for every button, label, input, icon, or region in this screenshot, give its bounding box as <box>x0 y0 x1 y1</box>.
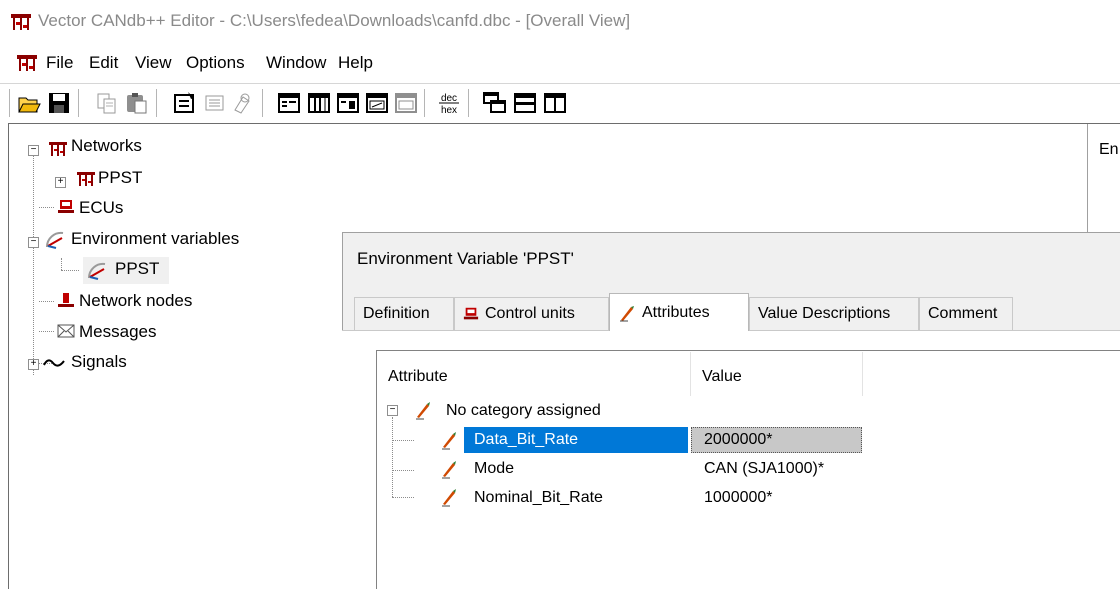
copy-icon[interactable] <box>94 90 120 116</box>
tree-item-network-ppst[interactable]: PPST <box>98 168 142 188</box>
menu-window[interactable]: Window <box>266 53 326 73</box>
open-icon[interactable] <box>16 90 42 116</box>
tree-item-ecus[interactable]: ECUs <box>79 198 123 218</box>
expand-toggle[interactable]: + <box>28 359 39 370</box>
collapse-toggle[interactable]: − <box>387 405 398 416</box>
svg-text:hex: hex <box>441 105 457 116</box>
toolbar-separator <box>262 89 263 117</box>
svg-text:dec: dec <box>441 93 457 104</box>
attribute-name[interactable]: Mode <box>474 460 514 478</box>
paste-icon[interactable] <box>124 90 150 116</box>
document-icon[interactable] <box>16 53 38 73</box>
menu-edit[interactable]: Edit <box>89 53 118 73</box>
tab-label: Definition <box>363 305 430 322</box>
toolbar-grip <box>9 89 10 117</box>
tab-value-descriptions[interactable]: Value Descriptions <box>749 297 919 330</box>
right-panel-header: En <box>1099 141 1119 158</box>
tree-line <box>392 497 414 498</box>
menu-help[interactable]: Help <box>338 53 373 73</box>
view5-icon[interactable] <box>393 90 419 116</box>
properties-icon[interactable] <box>172 90 198 116</box>
ecu-icon <box>58 200 74 213</box>
toolbar-separator <box>424 89 425 117</box>
tree-line <box>61 270 79 271</box>
attribute-value[interactable]: 1000000* <box>704 489 773 507</box>
tree-line <box>392 470 414 471</box>
tree-line <box>33 151 34 375</box>
signal-wave-icon <box>43 359 65 367</box>
tile-vertical-icon[interactable] <box>542 90 568 116</box>
tab-comment[interactable]: Comment <box>919 297 1013 330</box>
view2-icon[interactable] <box>306 90 332 116</box>
toolbar-separator <box>156 89 157 117</box>
tab-label: Attributes <box>642 303 710 321</box>
tree-item-signals[interactable]: Signals <box>71 352 127 372</box>
tree-item-environment-variables[interactable]: Environment variables <box>71 229 239 249</box>
attribute-value[interactable]: 2000000* <box>704 431 773 449</box>
tree-item-env-ppst[interactable]: PPST <box>115 259 159 279</box>
tree-item-network-nodes[interactable]: Network nodes <box>79 291 192 311</box>
attribute-name[interactable]: Nominal_Bit_Rate <box>474 489 603 507</box>
attribute-pencil-icon <box>442 461 456 479</box>
arrange-icon[interactable] <box>482 90 508 116</box>
dialog-title: Environment Variable 'PPST' <box>357 249 574 268</box>
toolbar-separator <box>468 89 469 117</box>
tree-line <box>392 440 414 441</box>
attribute-pencil-icon <box>416 402 430 420</box>
column-divider[interactable] <box>690 352 691 396</box>
menu-view[interactable]: View <box>135 53 172 73</box>
category-label[interactable]: No category assigned <box>446 402 601 420</box>
tree-line <box>39 207 54 208</box>
tree-line <box>61 258 62 270</box>
app-icon <box>11 14 31 30</box>
view3-icon[interactable] <box>335 90 361 116</box>
dec-hex-icon[interactable]: dec hex <box>436 90 462 116</box>
column-header-attribute[interactable]: Attribute <box>388 368 448 386</box>
find-icon[interactable] <box>230 90 256 116</box>
tab-label: Value Descriptions <box>758 305 891 322</box>
gauge-icon <box>87 262 106 280</box>
ecu-icon <box>463 307 479 320</box>
menu-options[interactable]: Options <box>186 53 245 73</box>
tab-label: Control units <box>485 305 575 322</box>
node-icon <box>58 293 74 307</box>
attribute-pencil-icon <box>442 489 456 507</box>
window-title: Vector CANdb++ Editor - C:\Users\fedea\D… <box>38 11 631 30</box>
tab-control-units[interactable]: Control units <box>454 297 609 330</box>
tab-definition[interactable]: Definition <box>354 297 454 330</box>
collapse-toggle[interactable]: − <box>28 237 39 248</box>
save-icon[interactable] <box>46 90 72 116</box>
envelope-icon <box>57 324 75 338</box>
gauge-icon <box>45 231 64 249</box>
view4-icon[interactable] <box>364 90 390 116</box>
column-header-value[interactable]: Value <box>702 368 742 386</box>
column-divider[interactable] <box>862 352 863 396</box>
tab-label: Comment <box>928 305 998 322</box>
tree-item-messages[interactable]: Messages <box>79 322 156 342</box>
attribute-value[interactable]: CAN (SJA1000)* <box>704 460 824 478</box>
tile-horizontal-icon[interactable] <box>512 90 538 116</box>
attribute-pencil-icon <box>442 432 456 450</box>
attribute-name[interactable]: Data_Bit_Rate <box>474 431 578 449</box>
collapse-toggle[interactable]: − <box>28 145 39 156</box>
tab-attributes[interactable]: Attributes <box>609 293 749 331</box>
list-icon[interactable] <box>202 90 228 116</box>
tree-line <box>392 417 393 497</box>
menu-file[interactable]: File <box>46 53 73 73</box>
toolbar-separator <box>78 89 79 117</box>
tree-item-networks[interactable]: Networks <box>71 136 142 156</box>
expand-toggle[interactable]: + <box>55 177 66 188</box>
network-icon <box>49 142 67 156</box>
tree-line <box>39 331 54 332</box>
view1-icon[interactable] <box>276 90 302 116</box>
network-icon <box>77 172 95 186</box>
tree-line <box>39 301 54 302</box>
attribute-pencil-icon <box>620 305 634 321</box>
